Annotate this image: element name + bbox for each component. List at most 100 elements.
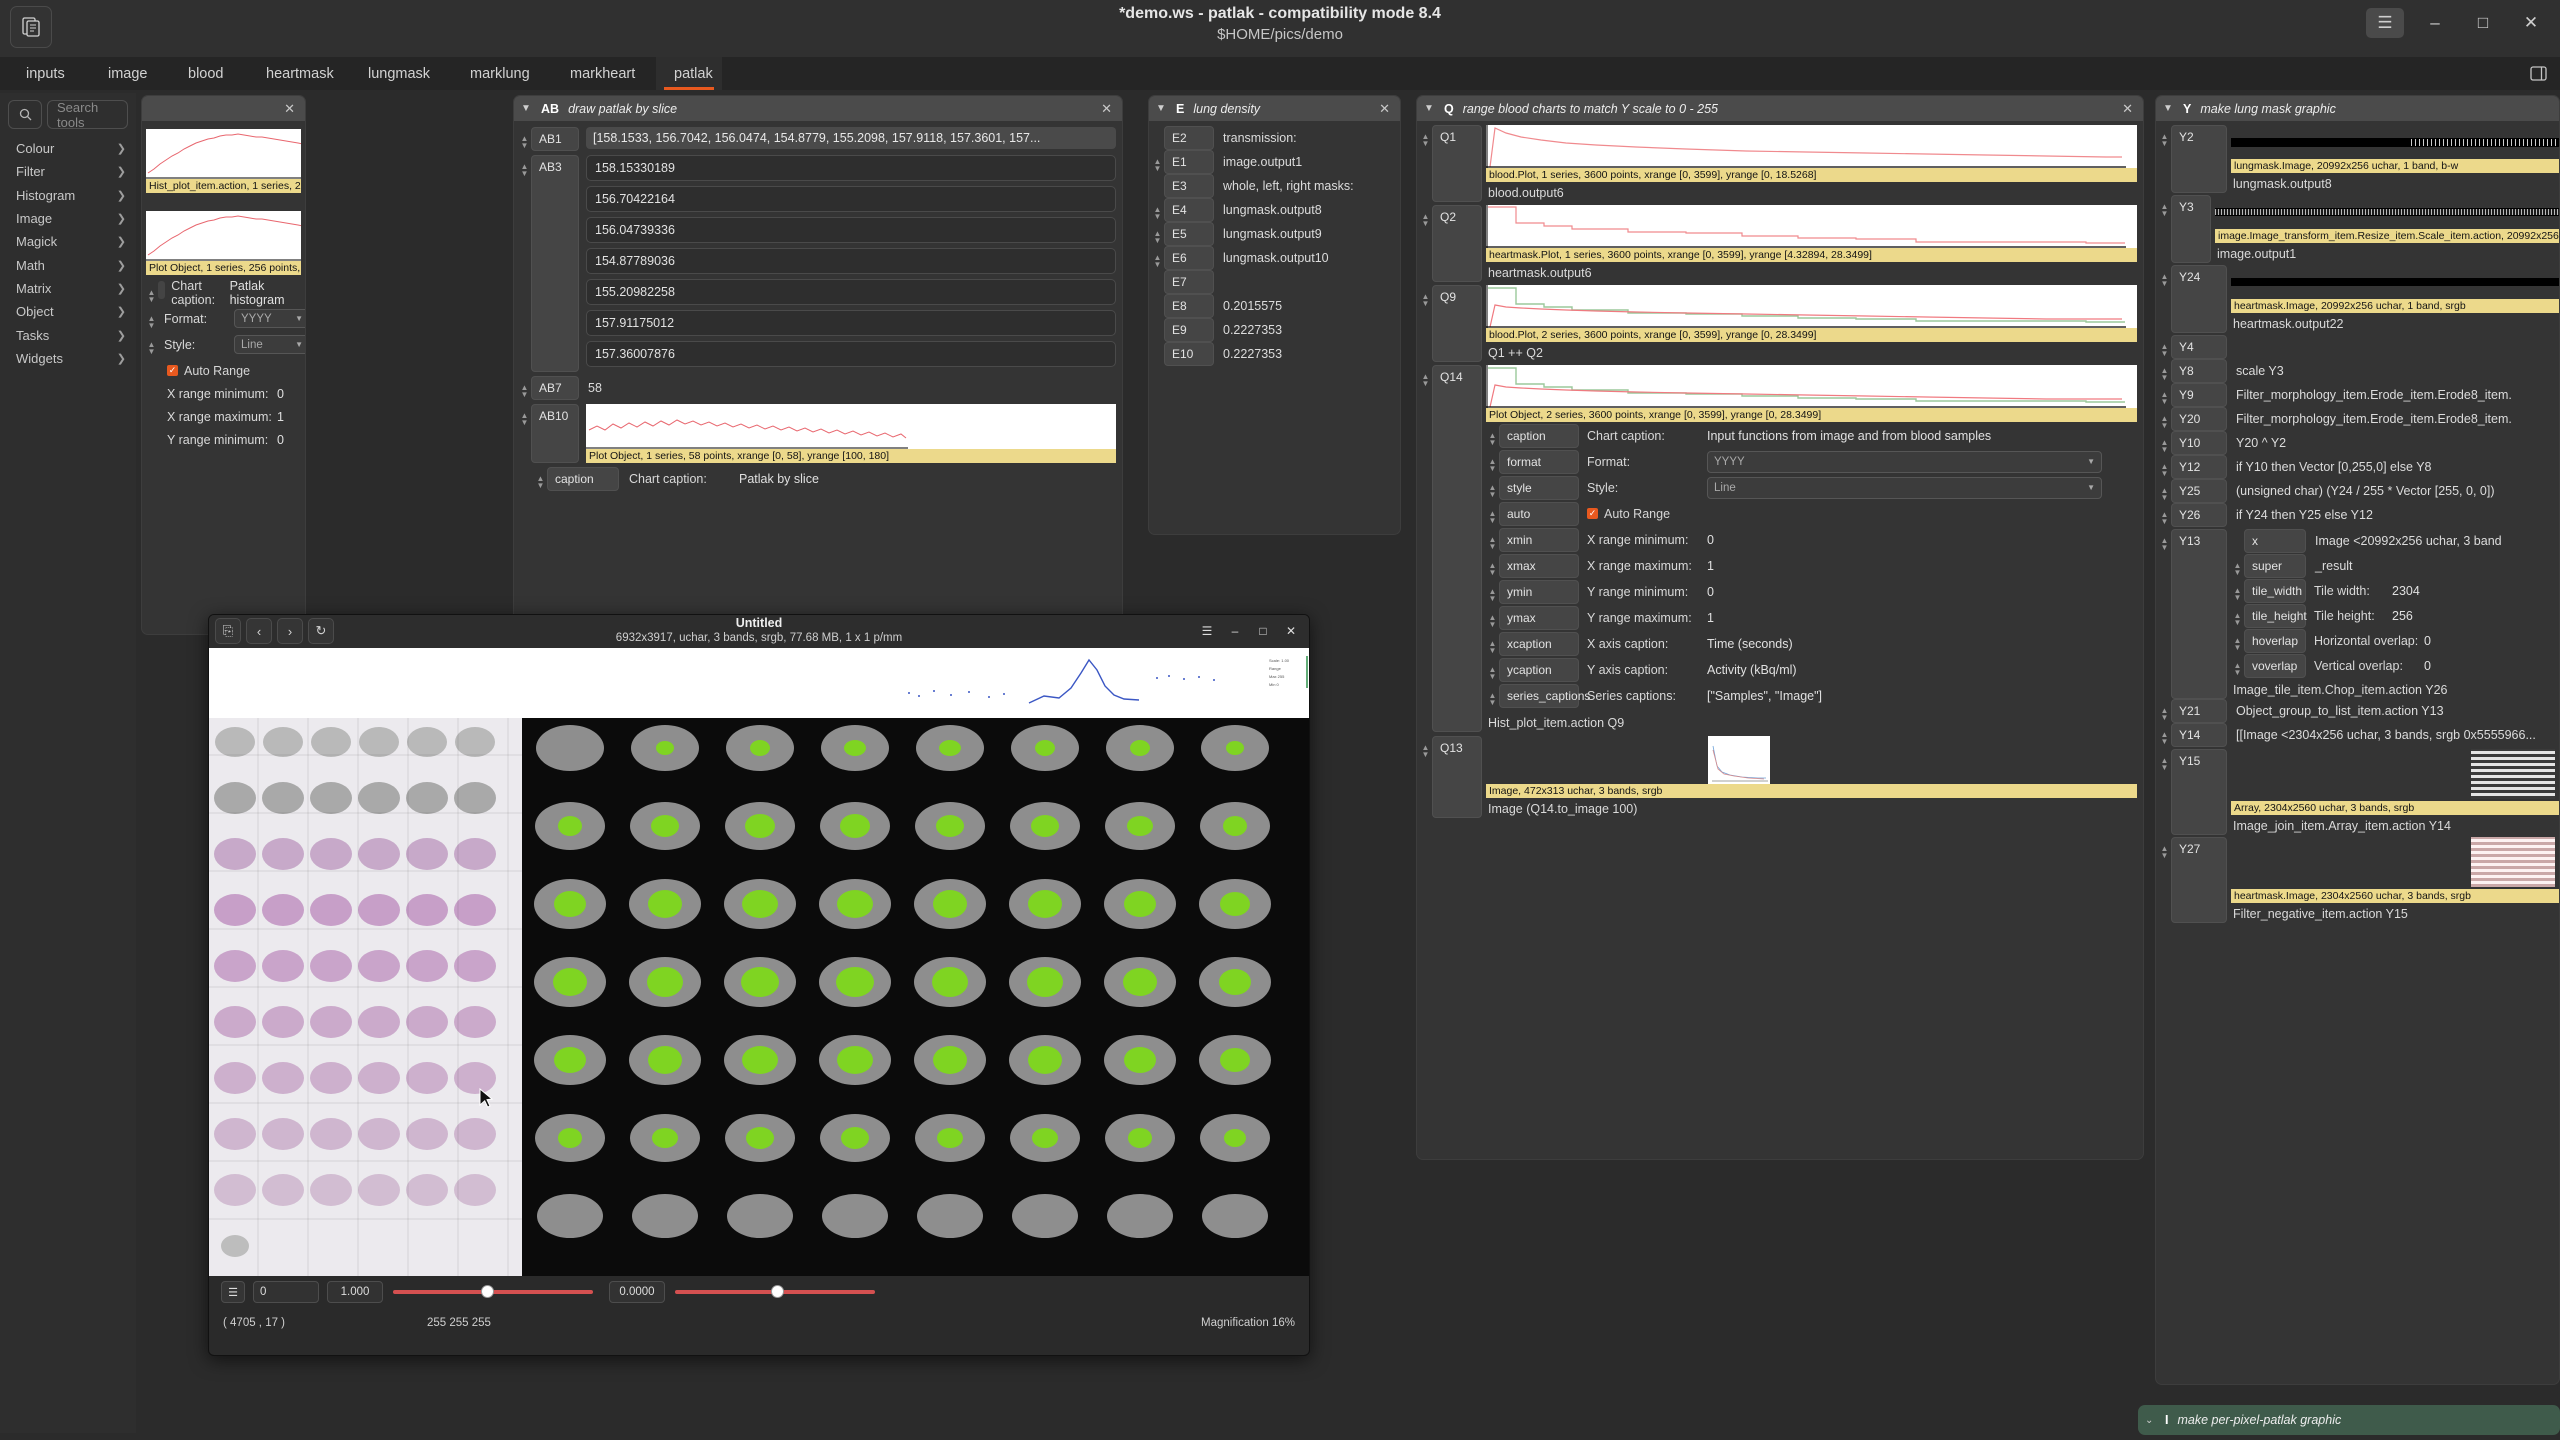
ab3-value[interactable]: 156.70422164 <box>586 186 1116 212</box>
super-chip[interactable]: super <box>2244 554 2306 578</box>
q14-chip[interactable]: Q14 <box>1432 365 1482 732</box>
chevron-down-icon[interactable]: ▼ <box>521 103 535 114</box>
q14-chart[interactable] <box>1486 365 2137 408</box>
xmin-value[interactable]: 0 <box>1707 533 1714 547</box>
xmax-value[interactable]: 1 <box>277 410 284 424</box>
spinner-icon[interactable]: ▲ ▼ <box>1486 632 1499 655</box>
chevron-down-icon[interactable]: ▼ <box>1424 103 1438 114</box>
y26-chip[interactable]: Y26 <box>2171 503 2227 527</box>
tile-height-chip[interactable]: tile_height <box>2244 604 2307 628</box>
e1-chip[interactable]: E1 <box>1164 150 1214 174</box>
xcaption-chip[interactable]: xcaption <box>1499 632 1579 656</box>
spinner-icon[interactable]: ▲ ▼ <box>1486 580 1499 603</box>
y8-chip[interactable]: Y8 <box>2171 359 2227 383</box>
ymin-value[interactable]: 0 <box>277 433 284 447</box>
ymin-value[interactable]: 0 <box>1707 585 1714 599</box>
spinner-icon[interactable] <box>1151 270 1164 278</box>
spinner-icon[interactable]: ▲ ▼ <box>1486 658 1499 681</box>
spinner-icon[interactable]: ▲ ▼ <box>2158 529 2171 552</box>
e10-chip[interactable]: E10 <box>1164 342 1214 366</box>
y14-chip[interactable]: Y14 <box>2171 723 2227 747</box>
q2-chart[interactable] <box>1486 205 2137 248</box>
close-icon[interactable]: ✕ <box>1376 101 1393 117</box>
spinner-icon[interactable] <box>1151 318 1164 326</box>
white-level-input[interactable]: 1.000 <box>327 1281 383 1303</box>
y25-chip[interactable]: Y25 <box>2171 479 2227 503</box>
ab7-chip[interactable]: AB7 <box>531 376 579 400</box>
spinner-icon[interactable]: ▲ ▼ <box>518 127 531 150</box>
ab7-value[interactable]: 58 <box>579 376 602 400</box>
tool-tree-item-tasks[interactable]: Tasks ❯ <box>0 323 136 346</box>
y3-chip[interactable]: Y3 <box>2171 195 2211 263</box>
tool-tree-item-math[interactable]: Math ❯ <box>0 253 136 276</box>
tab-lungmask[interactable]: lungmask <box>350 57 434 90</box>
q1-chart[interactable] <box>1486 125 2137 168</box>
tab-heartmask[interactable]: heartmask <box>248 57 334 90</box>
q9-chip[interactable]: Q9 <box>1432 285 1482 362</box>
field-chip[interactable] <box>158 281 166 299</box>
ycaption-value[interactable]: Activity (kBq/ml) <box>1707 663 1797 677</box>
spinner-icon[interactable]: ▲ ▼ <box>1151 198 1164 221</box>
chevron-down-icon[interactable]: ▼ <box>2163 103 2177 114</box>
ab3-value[interactable]: 155.20982258 <box>586 279 1116 305</box>
spinner-icon[interactable]: ▲ ▼ <box>2158 383 2171 406</box>
spinner-icon[interactable] <box>1151 294 1164 302</box>
spinner-icon[interactable]: ▲ ▼ <box>2158 503 2171 526</box>
ab3-value[interactable]: 158.15330189 <box>586 155 1116 181</box>
xmax-value[interactable]: 1 <box>1707 559 1714 573</box>
viewer-toolbar-menu-icon[interactable]: ☰ <box>221 1281 245 1303</box>
close-button[interactable]: ✕ <box>1279 619 1303 643</box>
ymax-value[interactable]: 1 <box>1707 611 1714 625</box>
ab1-chip[interactable]: AB1 <box>531 127 579 151</box>
spinner-icon[interactable]: ▲ ▼ <box>1486 606 1499 629</box>
tile-width-chip[interactable]: tile_width <box>2244 579 2306 603</box>
ab3-value[interactable]: 157.91175012 <box>586 310 1116 336</box>
spinner-icon[interactable]: ▲ ▼ <box>534 467 547 490</box>
spinner-icon[interactable]: ▲ ▼ <box>2158 837 2171 860</box>
hamburger-menu-button[interactable]: ☰ <box>1195 619 1219 643</box>
format-select[interactable]: YYYY ▼ <box>234 309 305 328</box>
tool-tree-item-histogram[interactable]: Histogram ❯ <box>0 184 136 207</box>
x-chip[interactable]: x <box>2244 529 2306 553</box>
tab-blood[interactable]: blood <box>170 57 230 90</box>
tile-height-value[interactable]: 256 <box>2392 609 2413 623</box>
q1-chip[interactable]: Q1 <box>1432 125 1482 202</box>
ab10-chip[interactable]: AB10 <box>531 404 579 463</box>
series-captions-value[interactable]: ["Samples", "Image"] <box>1707 689 1822 703</box>
close-icon[interactable]: ✕ <box>1098 101 1115 117</box>
y3-thumbnail[interactable] <box>2215 208 2559 216</box>
new-tab-icon[interactable] <box>2526 62 2550 84</box>
y24-chip[interactable]: Y24 <box>2171 265 2227 333</box>
voverlap-value[interactable]: 0 <box>2424 659 2431 673</box>
spinner-icon[interactable] <box>1151 174 1164 182</box>
spinner-icon[interactable]: ▲ ▼ <box>2231 554 2244 577</box>
spinner-icon[interactable]: ▲ ▼ <box>2231 579 2244 602</box>
voverlap-chip[interactable]: voverlap <box>2244 654 2306 678</box>
spinner-icon[interactable]: ▲ ▼ <box>2158 335 2171 358</box>
tool-tree-item-matrix[interactable]: Matrix ❯ <box>0 277 136 300</box>
spinner-icon[interactable]: ▲ ▼ <box>2158 195 2171 218</box>
style-chip[interactable]: style <box>1499 476 1579 500</box>
xmax-chip[interactable]: xmax <box>1499 554 1579 578</box>
spinner-icon[interactable]: ▲ ▼ <box>1419 125 1432 148</box>
tab-image[interactable]: image <box>90 57 152 90</box>
spinner-icon[interactable]: ▲ ▼ <box>145 281 158 304</box>
spinner-icon[interactable]: ▲ ▼ <box>2158 699 2171 722</box>
e3-chip[interactable]: E3 <box>1164 174 1214 198</box>
close-icon[interactable]: ✕ <box>281 101 298 117</box>
y4-chip[interactable]: Y4 <box>2171 335 2227 359</box>
auto-range-checkbox[interactable]: ✓ <box>167 365 178 376</box>
chevron-down-icon[interactable]: ⌄ <box>2145 1415 2159 1426</box>
hoverlap-value[interactable]: 0 <box>2424 634 2431 648</box>
tool-tree-item-widgets[interactable]: Widgets ❯ <box>0 347 136 370</box>
q13-thumbnail[interactable] <box>1708 736 1770 784</box>
caption-chip[interactable]: caption <box>547 467 619 491</box>
e4-chip[interactable]: E4 <box>1164 198 1214 222</box>
spinner-icon[interactable]: ▲ ▼ <box>2158 749 2171 772</box>
spinner-icon[interactable]: ▲ ▼ <box>2158 431 2171 454</box>
e2-chip[interactable]: E2 <box>1164 126 1214 150</box>
y2-chip[interactable]: Y2 <box>2171 125 2227 193</box>
spinner-icon[interactable] <box>2231 529 2244 537</box>
y24-thumbnail[interactable] <box>2231 278 2559 286</box>
ab10-chart[interactable] <box>586 404 1116 449</box>
